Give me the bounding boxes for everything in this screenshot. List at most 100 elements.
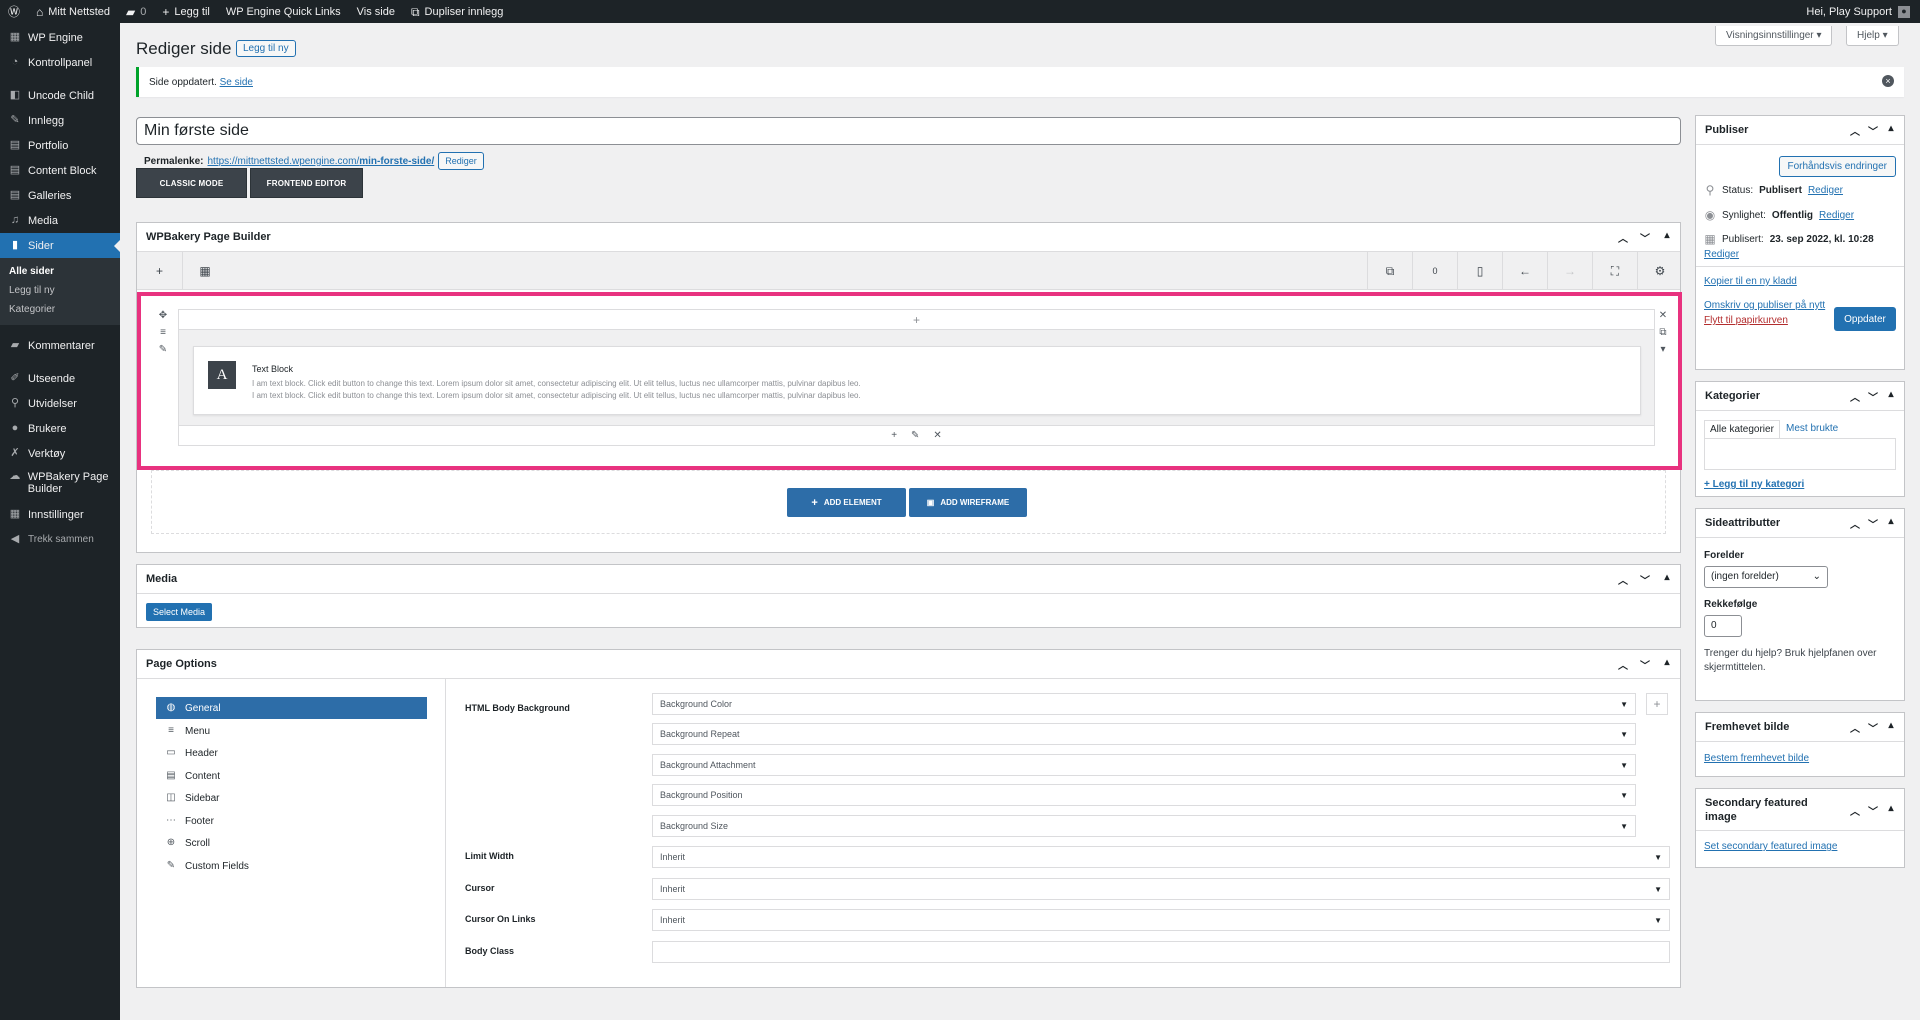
chevron-up-icon[interactable]: ︿ xyxy=(1848,389,1862,404)
body-class-input[interactable] xyxy=(652,941,1670,963)
options-tab-footer[interactable]: ⋯ Footer xyxy=(156,810,427,832)
background-attachment-select[interactable]: Background Attachment ▼ xyxy=(652,754,1636,776)
chevron-down-icon[interactable]: ﹀ xyxy=(1638,657,1652,672)
pencil-icon[interactable]: ✎ xyxy=(159,344,167,355)
options-tab-custom-fields[interactable]: ✎ Custom Fields xyxy=(156,855,427,877)
column-add-icon[interactable]: + xyxy=(179,310,1654,330)
menu-item-settings[interactable]: ▦ Innstillinger xyxy=(0,502,120,527)
fullscreen-icon[interactable]: ⛶ xyxy=(1592,252,1637,290)
chevron-down-icon[interactable]: ﹀ xyxy=(1866,123,1880,138)
parent-select[interactable]: (ingen forelder) ⌄ xyxy=(1704,566,1828,588)
wordpress-logo[interactable]: Ⓦ xyxy=(0,0,28,23)
chevron-down-icon[interactable]: ﹀ xyxy=(1638,230,1652,245)
chevron-down-icon[interactable]: ▾ xyxy=(1660,344,1665,355)
submenu-all-pages[interactable]: Alle sider xyxy=(0,262,120,281)
chevron-up-icon[interactable]: ︿ xyxy=(1848,720,1862,735)
menu-item-wpbakery[interactable]: ☁ WPBakery Page Builder xyxy=(0,466,120,502)
drag-icon[interactable]: ✥ xyxy=(159,310,167,321)
menu-item-pages[interactable]: ▮ Sider xyxy=(0,233,120,258)
edit-visibility-link[interactable]: Rediger xyxy=(1819,210,1854,221)
menu-item-comments[interactable]: ▰ Kommentarer xyxy=(0,333,120,358)
comments-link[interactable]: ▰ 0 xyxy=(118,0,154,23)
menu-item-collapse[interactable]: ◀ Trekk sammen xyxy=(0,527,120,552)
view-page-link[interactable]: Se side xyxy=(220,77,253,88)
chevron-up-icon[interactable]: ︿ xyxy=(1848,516,1862,531)
order-input[interactable]: 0 xyxy=(1704,615,1742,637)
gear-icon[interactable]: ⚙ xyxy=(1637,252,1682,290)
menu-item-uncode-child[interactable]: ◧ Uncode Child xyxy=(0,83,120,108)
options-tab-menu[interactable]: ≡ Menu xyxy=(156,720,427,742)
set-featured-image-link[interactable]: Bestem fremhevet bilde xyxy=(1704,753,1809,764)
layout-lines-icon[interactable]: ≡ xyxy=(160,327,166,338)
undo-icon[interactable]: ← xyxy=(1502,252,1547,290)
frontend-editor-button[interactable]: FRONTEND EDITOR xyxy=(250,168,363,198)
classic-mode-button[interactable]: CLASSIC MODE xyxy=(136,168,247,198)
toggle-icon[interactable]: ▴ xyxy=(1660,230,1674,245)
options-tab-general[interactable]: ◍ General xyxy=(156,697,427,719)
update-button[interactable]: Oppdater xyxy=(1834,307,1896,331)
preview-changes-button[interactable]: Forhåndsvis endringer xyxy=(1778,156,1896,177)
chevron-up-icon[interactable]: ︿ xyxy=(1848,803,1862,818)
toggle-icon[interactable]: ▴ xyxy=(1660,572,1674,587)
site-name-link[interactable]: ⌂ Mitt Nettsted xyxy=(28,0,118,23)
clone-icon[interactable]: ⧉ xyxy=(1659,327,1666,338)
copy-icon[interactable]: ⧉ xyxy=(1367,252,1412,290)
set-secondary-featured-link[interactable]: Set secondary featured image xyxy=(1704,841,1837,852)
background-position-select[interactable]: Background Position ▼ xyxy=(652,784,1636,806)
toggle-icon[interactable]: ▴ xyxy=(1884,803,1898,818)
chevron-down-icon[interactable]: ﹀ xyxy=(1866,803,1880,818)
tab-all-categories[interactable]: Alle kategorier xyxy=(1704,420,1780,438)
edit-permalink-button[interactable]: Rediger xyxy=(438,152,484,170)
toggle-icon[interactable]: ▴ xyxy=(1884,389,1898,404)
options-tab-header[interactable]: ▭ Header xyxy=(156,742,427,764)
edit-status-link[interactable]: Rediger xyxy=(1808,185,1843,196)
dismiss-icon[interactable]: × xyxy=(1882,75,1894,87)
edit-date-link[interactable]: Rediger xyxy=(1704,249,1739,260)
menu-item-users[interactable]: ● Brukere xyxy=(0,416,120,441)
add-new-link[interactable]: + Legg til xyxy=(154,0,218,23)
menu-item-portfolio[interactable]: ▤ Portfolio xyxy=(0,133,120,158)
cursor-on-links-select[interactable]: Inherit ▼ xyxy=(652,909,1670,931)
add-color-button[interactable]: + xyxy=(1646,693,1668,715)
chevron-down-icon[interactable]: ﹀ xyxy=(1866,389,1880,404)
add-new-page-button[interactable]: Legg til ny xyxy=(236,40,296,57)
cursor-select[interactable]: Inherit ▼ xyxy=(652,878,1670,900)
menu-item-media[interactable]: ♫ Media xyxy=(0,208,120,233)
add-wireframe-button[interactable]: ▣ ADD WIREFRAME xyxy=(909,488,1027,517)
background-repeat-select[interactable]: Background Repeat ▼ xyxy=(652,723,1636,745)
background-color-select[interactable]: Background Color ▼ xyxy=(652,693,1636,715)
options-tab-content[interactable]: ▤ Content xyxy=(156,765,427,787)
copy-to-draft-link[interactable]: Kopier til en ny kladd xyxy=(1704,276,1797,287)
permalink-link[interactable]: https://mittnettsted.wpengine.com/min-fo… xyxy=(207,156,434,167)
duplicate-post-link[interactable]: ⧉ Dupliser innlegg xyxy=(403,0,511,23)
account-menu[interactable]: Hei, Play Support ● xyxy=(1806,5,1920,18)
layout-icon[interactable]: ▦ xyxy=(182,252,227,290)
plus-icon[interactable]: + xyxy=(891,430,897,441)
chevron-up-icon[interactable]: ︿ xyxy=(1616,657,1630,672)
add-category-link[interactable]: + Legg til ny kategori xyxy=(1704,479,1804,490)
view-page-link[interactable]: Vis side xyxy=(349,0,403,23)
menu-item-appearance[interactable]: ✐ Utseende xyxy=(0,366,120,391)
toggle-icon[interactable]: ▴ xyxy=(1884,720,1898,735)
post-title-input[interactable] xyxy=(136,117,1681,145)
chevron-up-icon[interactable]: ︿ xyxy=(1848,123,1862,138)
options-tab-sidebar[interactable]: ◫ Sidebar xyxy=(156,787,427,809)
toggle-icon[interactable]: ▴ xyxy=(1884,516,1898,531)
chevron-down-icon[interactable]: ﹀ xyxy=(1866,516,1880,531)
options-tab-scroll[interactable]: ⊕ Scroll xyxy=(156,832,427,854)
menu-item-dashboard[interactable]: ◔ Kontrollpanel xyxy=(0,50,120,75)
add-element-button[interactable]: + ADD ELEMENT xyxy=(787,488,906,517)
background-size-select[interactable]: Background Size ▼ xyxy=(652,815,1636,837)
toggle-icon[interactable]: ▴ xyxy=(1660,657,1674,672)
menu-item-posts[interactable]: ✎ Innlegg xyxy=(0,108,120,133)
submenu-add-new[interactable]: Legg til ny xyxy=(0,281,120,300)
text-block-element[interactable]: A Text Block I am text block. Click edit… xyxy=(193,346,1641,415)
toggle-icon[interactable]: ▴ xyxy=(1884,123,1898,138)
menu-item-plugins[interactable]: ⚲ Utvidelser xyxy=(0,391,120,416)
limit-width-select[interactable]: Inherit ▼ xyxy=(652,846,1670,868)
paste-icon[interactable]: ▯ xyxy=(1457,252,1502,290)
quick-links-link[interactable]: WP Engine Quick Links xyxy=(218,0,349,23)
redo-icon[interactable]: → xyxy=(1547,252,1592,290)
tab-most-used[interactable]: Mest brukte xyxy=(1786,423,1838,434)
menu-item-tools[interactable]: ✗ Verktøy xyxy=(0,441,120,466)
